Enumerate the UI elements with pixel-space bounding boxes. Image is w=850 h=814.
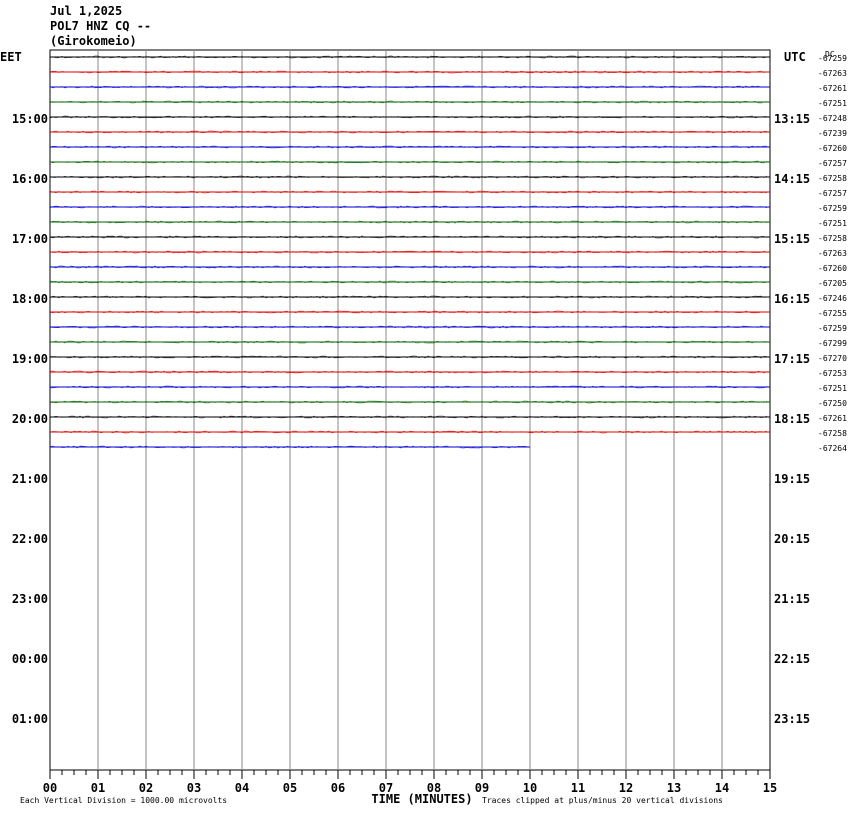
- helicorder-plot: -67259 -67263 -67261 -67251 -67248 -67239 -672…: [0, 49, 847, 806]
- left-hour-label: 15:00: [12, 112, 48, 126]
- dc-offset-label: -67263: [818, 249, 847, 258]
- right-hour-label: 20:15: [774, 532, 810, 546]
- right-hour-label: 17:15: [774, 352, 810, 366]
- x-tick-label: 01: [91, 781, 105, 795]
- dc-offset-label: -67251: [818, 219, 847, 228]
- dc-offset-label: -67257: [818, 159, 847, 168]
- right-hour-label: 14:15: [774, 172, 810, 186]
- x-tick-label: 09: [475, 781, 489, 795]
- trace-noise: [49, 295, 768, 299]
- dc-offset-label: -67248: [818, 114, 847, 123]
- x-tick-label: 14: [715, 781, 729, 795]
- dc-offset-label: -67251: [818, 384, 847, 393]
- dc-offset-label: -67260: [818, 264, 847, 273]
- dc-label: DC: [825, 50, 835, 59]
- x-tick-label: 13: [667, 781, 681, 795]
- dc-offset-label: -67270: [818, 354, 847, 363]
- dc-offset-label: -67258: [818, 174, 847, 183]
- x-tick-label: 11: [571, 781, 585, 795]
- x-tick-label: 10: [523, 781, 537, 795]
- right-hour-label: 18:15: [774, 412, 810, 426]
- dc-offset-label: -67261: [818, 414, 847, 423]
- dc-offset-label: -67253: [818, 369, 847, 378]
- plot-frame: [49, 49, 771, 771]
- left-hour-label: 23:00: [12, 592, 48, 606]
- left-hour-label: 21:00: [12, 472, 48, 486]
- x-axis-label: TIME (MINUTES): [371, 792, 472, 806]
- dc-offset-label: -67205: [818, 279, 847, 288]
- dc-offset-label: -67261: [818, 84, 847, 93]
- dc-offset-label: -67246: [818, 294, 847, 303]
- dc-offset-label: -67258: [818, 234, 847, 243]
- x-tick-label: 15: [763, 781, 777, 795]
- dc-offset-label: -67251: [818, 99, 847, 108]
- trace-noise: [49, 340, 768, 344]
- right-hour-label: 21:15: [774, 592, 810, 606]
- right-hour-label: 15:15: [774, 232, 810, 246]
- x-tick-label: 03: [187, 781, 201, 795]
- dc-offset-label: -67258: [818, 429, 847, 438]
- right-axis-label: UTC: [784, 50, 806, 64]
- left-hour-label: 22:00: [12, 532, 48, 546]
- left-hour-label: 16:00: [12, 172, 48, 186]
- dc-offset-label: -67259: [818, 324, 847, 333]
- dc-offset-label: -67255: [818, 309, 847, 318]
- dc-offset-label: -67264: [818, 444, 847, 453]
- dc-offset-label: -67239: [818, 129, 847, 138]
- left-hour-label: 18:00: [12, 292, 48, 306]
- left-hour-label: 01:00: [12, 712, 48, 726]
- dc-offset-label: -67257: [818, 189, 847, 198]
- x-tick-label: 04: [235, 781, 249, 795]
- dc-offset-label: -67299: [818, 339, 847, 348]
- right-hour-label: 13:15: [774, 112, 810, 126]
- x-tick-label: 05: [283, 781, 297, 795]
- left-axis-label: EET: [0, 50, 22, 64]
- footer-right-note: Traces clipped at plus/minus 20 vertical…: [482, 796, 723, 805]
- left-hour-label: 19:00: [12, 352, 48, 366]
- left-hour-label: 00:00: [12, 652, 48, 666]
- x-tick-label: 00: [43, 781, 57, 795]
- dc-offset-label: -67259: [818, 204, 847, 213]
- right-hour-label: 23:15: [774, 712, 810, 726]
- right-hour-label: 16:15: [774, 292, 810, 306]
- dc-offset-label: -67260: [818, 144, 847, 153]
- right-hour-label: 22:15: [774, 652, 810, 666]
- dc-offset-label: -67263: [818, 69, 847, 78]
- x-tick-label: 02: [139, 781, 153, 795]
- dc-offset-label: -67250: [818, 399, 847, 408]
- left-hour-label: 20:00: [12, 412, 48, 426]
- right-hour-label: 19:15: [774, 472, 810, 486]
- trace-noise: [49, 385, 768, 389]
- left-hour-label: 17:00: [12, 232, 48, 246]
- x-tick-label: 12: [619, 781, 633, 795]
- x-tick-label: 06: [331, 781, 345, 795]
- footer-left-note: Each Vertical Division = 1000.00 microvo…: [20, 796, 227, 805]
